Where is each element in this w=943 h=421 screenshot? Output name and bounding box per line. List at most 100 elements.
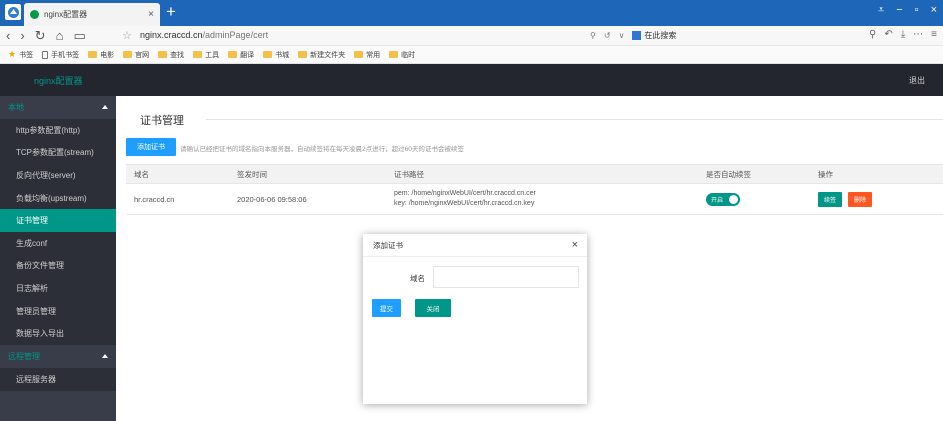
folder-icon <box>389 51 399 58</box>
close-icon[interactable]: × <box>572 239 578 251</box>
bookmark-label: 手机书签 <box>51 51 80 59</box>
close-window-icon[interactable]: × <box>931 4 937 17</box>
close-button[interactable]: 关闭 <box>415 299 451 317</box>
bookmarks-bar: ★ 书签 手机书签 电影 官网 查找 工具 翻译 书城 新建文件夹 常用 临时 <box>0 46 943 64</box>
auto-renew-switch[interactable]: 开启 <box>706 192 740 206</box>
browser-navbar: ‹ › ↻ ⌂ ▭ ☆ nginx.craccd.cn/adminPage/ce… <box>0 26 943 46</box>
pem-path: pem: /home/nginxWebUI/cert/hr.craccd.cn.… <box>394 190 536 197</box>
skin-icon[interactable]: ⩡ <box>878 4 884 17</box>
sidebar-item-server[interactable]: 反向代理(server) <box>0 164 116 187</box>
column-header: 证书路径 <box>394 169 424 179</box>
add-cert-button[interactable]: 添加证书 <box>126 138 176 156</box>
forward-icon[interactable]: › <box>20 27 24 44</box>
bookmark-item[interactable]: 查找 <box>158 50 184 60</box>
bookmark-label: 电影 <box>100 51 115 59</box>
sidebar-item-admin[interactable]: 管理员管理 <box>0 300 116 323</box>
bookmark-star-icon[interactable]: ☆ <box>122 29 132 42</box>
bookmark-item[interactable]: 官网 <box>123 50 149 60</box>
bookmark-item[interactable]: ★ 书签 <box>8 49 33 60</box>
cell-path: pem: /home/nginxWebUI/cert/hr.craccd.cn.… <box>386 189 698 209</box>
maximize-icon[interactable]: ▫ <box>915 4 919 17</box>
folder-icon <box>88 51 98 58</box>
bookmark-item[interactable]: 工具 <box>193 50 219 60</box>
tab-favicon-icon <box>30 10 39 19</box>
bookmark-item[interactable]: 新建文件夹 <box>298 50 345 60</box>
lightning-icon[interactable]: ⚲ <box>590 31 596 40</box>
bookmark-item[interactable]: 常用 <box>354 50 380 60</box>
table-row: hr.craccd.cn 2020-06-06 09:58:06 pem: /h… <box>126 184 943 215</box>
history-icon[interactable]: ↺ <box>604 31 611 40</box>
folder-icon <box>263 51 273 58</box>
sidebar-group-label: 远程管理 <box>8 351 40 361</box>
more-icon[interactable]: ⋯ <box>913 29 923 40</box>
url-host: nginx.craccd.cn <box>140 30 203 40</box>
bookmark-label: 常用 <box>366 51 381 59</box>
delete-button[interactable]: 删除 <box>848 191 872 207</box>
bookmark-item[interactable]: 电影 <box>88 50 114 60</box>
reader-icon[interactable]: ▭ <box>73 27 85 44</box>
home-icon[interactable]: ⌂ <box>56 27 64 44</box>
search-engine-icon <box>632 31 642 40</box>
bookmark-item[interactable]: 手机书签 <box>42 50 79 60</box>
folder-icon <box>354 51 364 58</box>
url-path: /adminPage/cert <box>202 30 269 40</box>
bookmark-item[interactable]: 临时 <box>389 50 415 60</box>
cell-domain: hr.craccd.cn <box>134 194 175 204</box>
dialog-title: 添加证书 <box>373 240 403 250</box>
bookmark-label: 书城 <box>275 51 290 59</box>
sidebar-local-items: http参数配置(http) TCP参数配置(stream) 反向代理(serv… <box>0 119 116 345</box>
search-engine-selector[interactable]: 在此搜索 <box>632 30 676 41</box>
add-cert-dialog: 添加证书 × 域名 提交 关闭 <box>363 234 587 404</box>
domain-input[interactable] <box>433 266 579 288</box>
bookmark-item[interactable]: 书城 <box>263 50 289 60</box>
bookmark-item[interactable]: 翻译 <box>228 50 254 60</box>
phone-icon <box>42 50 49 59</box>
sidebar-group-label: 本地 <box>8 103 24 112</box>
app-logo[interactable]: nginx配置器 <box>34 74 83 87</box>
renew-button[interactable]: 续签 <box>818 191 842 207</box>
bookmark-label: 新建文件夹 <box>310 51 346 59</box>
browser-tools: ⚲ ↶ ⤓ ⋯ ≡ <box>869 29 937 40</box>
folder-icon <box>193 51 203 58</box>
sidebar-item-cert[interactable]: 证书管理 <box>0 209 116 232</box>
folder-icon <box>123 51 133 58</box>
cell-issued: 2020-06-06 09:58:06 <box>237 194 307 204</box>
minimize-icon[interactable]: − <box>896 4 902 17</box>
column-header: 操作 <box>818 169 833 179</box>
menu-icon[interactable]: ≡ <box>931 29 937 40</box>
window-controls: ⩡ − ▫ × <box>878 4 937 17</box>
tab-close-icon[interactable]: × <box>148 9 154 20</box>
address-bar[interactable]: nginx.craccd.cn/adminPage/cert <box>140 30 268 40</box>
browser-tab[interactable]: nginx配置器 × <box>24 3 160 26</box>
search-icon[interactable]: ⚲ <box>869 29 876 40</box>
logout-link[interactable]: 退出 <box>909 75 925 86</box>
sidebar-group-local[interactable]: 本地 <box>0 96 116 119</box>
tab-title: nginx配置器 <box>44 10 88 19</box>
column-header: 是否自动续签 <box>706 169 751 179</box>
undo-icon[interactable]: ↶ <box>884 29 892 40</box>
browser-logo-icon[interactable] <box>5 4 21 20</box>
collapse-arrow-icon <box>102 105 108 109</box>
folder-icon <box>158 51 168 58</box>
collapse-arrow-icon <box>102 353 108 358</box>
sidebar-item-stream[interactable]: TCP参数配置(stream) <box>0 142 116 165</box>
new-tab-icon[interactable]: + <box>166 2 176 22</box>
dropdown-icon[interactable]: ∨ <box>619 31 625 40</box>
refresh-icon[interactable]: ↻ <box>35 27 46 44</box>
key-path: key: /home/nginxWebUI/cert/hr.craccd.cn.… <box>394 200 535 207</box>
bookmark-label: 工具 <box>205 51 220 59</box>
sidebar-group-remote[interactable]: 远程管理 <box>0 345 116 368</box>
sidebar-item-remote-server[interactable]: 远程服务器 <box>0 368 116 391</box>
submit-button[interactable]: 提交 <box>372 299 401 317</box>
back-icon[interactable]: ‹ <box>6 27 10 44</box>
sidebar-item-backup[interactable]: 备份文件管理 <box>0 255 116 278</box>
browser-logo-icon-svg <box>7 6 19 18</box>
sidebar-item-http[interactable]: http参数配置(http) <box>0 119 116 142</box>
sidebar-item-conf[interactable]: 生成conf <box>0 232 116 255</box>
nav-buttons: ‹ › ↻ ⌂ ▭ <box>6 27 86 44</box>
download-icon[interactable]: ⤓ <box>901 29 905 40</box>
sidebar-item-upstream[interactable]: 负载均衡(upstream) <box>0 187 116 210</box>
browser-titlebar: nginx配置器 × + ⩡ − ▫ × <box>0 0 943 26</box>
sidebar-item-import-export[interactable]: 数据导入导出 <box>0 322 116 345</box>
sidebar-item-log[interactable]: 日志解析 <box>0 277 116 300</box>
